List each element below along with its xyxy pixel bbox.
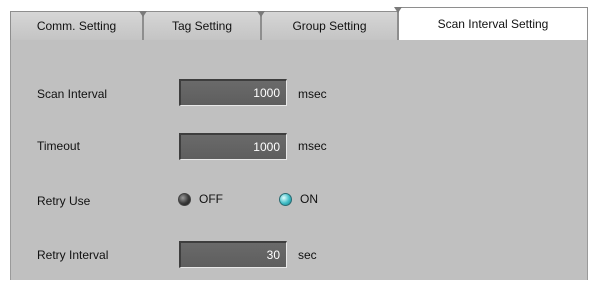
tab-divider-marker bbox=[394, 7, 402, 13]
tab-comm-setting-label: Comm. Setting bbox=[36, 19, 117, 33]
timeout-unit: msec bbox=[298, 139, 327, 153]
tab-divider-marker bbox=[257, 11, 265, 17]
tab-divider-marker bbox=[139, 11, 147, 17]
settings-panel: Scan Interval 1000 msec Timeout 1000 mse… bbox=[10, 40, 588, 280]
timeout-label: Timeout bbox=[37, 139, 80, 153]
tab-group-setting[interactable]: Group Setting bbox=[257, 11, 398, 40]
retry-use-off-radio[interactable]: OFF bbox=[178, 192, 223, 206]
scan-interval-label: Scan Interval bbox=[37, 87, 108, 101]
tab-tag-setting[interactable]: Tag Setting bbox=[139, 11, 261, 40]
radio-off-indicator-icon bbox=[178, 192, 191, 206]
tab-tag-setting-label: Tag Setting bbox=[171, 19, 233, 33]
tab-group-setting-label: Group Setting bbox=[292, 19, 367, 33]
scan-interval-input[interactable]: 1000 bbox=[179, 79, 287, 106]
retry-interval-label: Retry Interval bbox=[37, 248, 109, 262]
retry-use-off-label: OFF bbox=[199, 192, 223, 206]
retry-interval-unit: sec bbox=[298, 248, 317, 262]
retry-use-on-radio[interactable]: ON bbox=[279, 192, 318, 206]
tab-comm-setting[interactable]: Comm. Setting bbox=[10, 11, 143, 40]
tab-scan-interval-setting-label: Scan Interval Setting bbox=[437, 17, 549, 31]
tab-scan-interval-setting[interactable]: Scan Interval Setting bbox=[394, 7, 588, 40]
tab-bar: Comm. Setting Tag Setting Group Setting … bbox=[10, 7, 588, 40]
timeout-input[interactable]: 1000 bbox=[179, 133, 287, 160]
radio-on-indicator-icon bbox=[279, 192, 292, 206]
retry-interval-input[interactable]: 30 bbox=[179, 241, 287, 268]
scan-interval-unit: msec bbox=[298, 87, 327, 101]
retry-use-on-label: ON bbox=[300, 192, 318, 206]
retry-use-label: Retry Use bbox=[37, 194, 91, 208]
